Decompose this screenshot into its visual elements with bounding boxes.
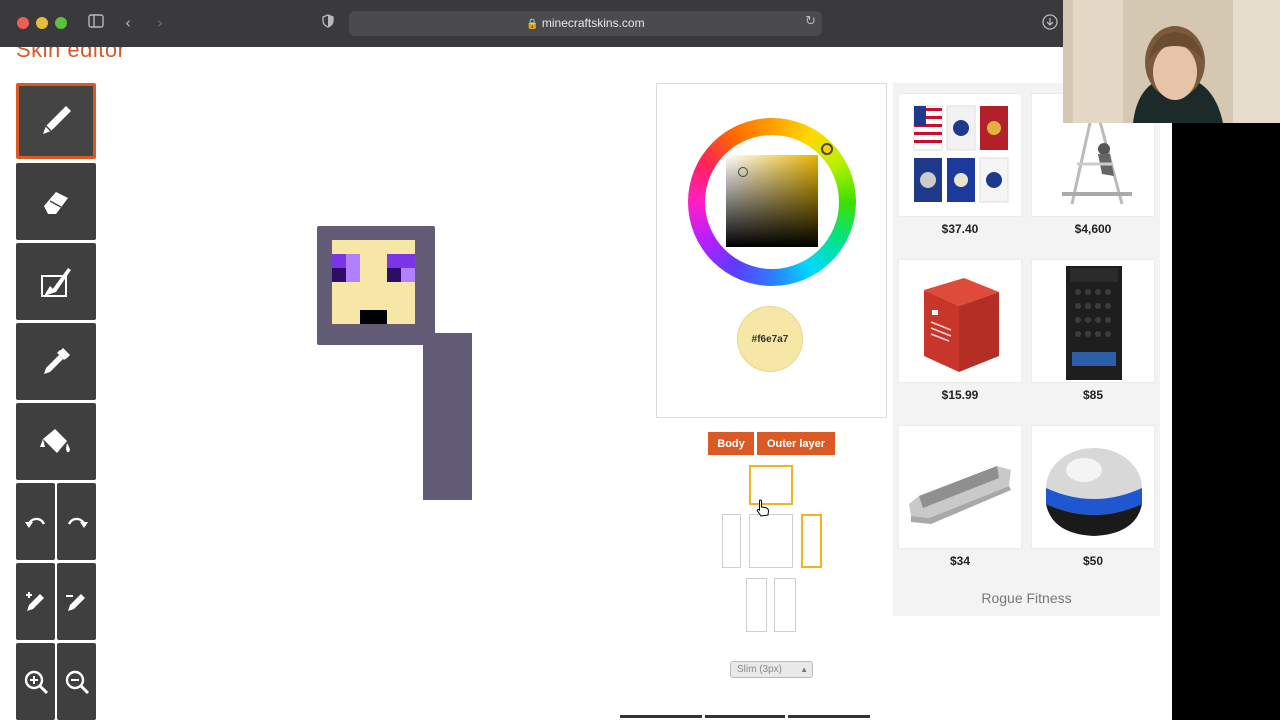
model-type-select[interactable]: Slim (3px) ▲ [730,661,813,678]
browser-toolbar: ‹ › 🔒 minecraftskins.com ↻ [0,0,1172,47]
fill-bucket-tool-button[interactable] [16,403,96,480]
flags-product-image [913,105,1009,203]
scroll-indicator [705,715,785,718]
eyedropper-icon [44,347,70,374]
eraser-icon [44,191,68,214]
color-picker-panel: #f6e7a7 [656,83,887,418]
reload-icon[interactable]: ↻ [805,14,816,29]
webcam-person-image [1063,0,1280,123]
brush-tool-button[interactable] [16,243,96,320]
hand-cursor-icon [756,499,770,517]
eraser-tool-button[interactable] [16,163,96,240]
current-color-swatch[interactable]: #f6e7a7 [737,306,803,372]
undo-button[interactable] [16,483,55,560]
forward-icon[interactable]: › [157,13,163,33]
right-eye [387,254,415,268]
zoom-out-button[interactable] [57,643,96,720]
skin-arm[interactable] [423,333,472,500]
right-leg-part-toggle[interactable] [746,578,767,632]
skin-head[interactable] [317,226,435,345]
massage-ball-image [1046,448,1142,536]
darken-tool-button[interactable] [57,563,96,640]
ad-price[interactable]: $4,600 [1031,222,1155,236]
zoom-window-button[interactable] [55,17,67,29]
mouth [360,310,387,324]
zoom-in-icon [24,670,48,694]
torso-part-toggle[interactable] [749,514,793,568]
page-content: Skin editor #f6e7a7 Body Outer layer Sli… [0,47,1172,720]
left-leg-part-toggle[interactable] [774,578,796,632]
redo-button[interactable] [57,483,96,560]
ad-price[interactable]: $15.99 [898,388,1022,402]
back-icon[interactable]: ‹ [125,13,131,33]
model-type-value: Slim (3px) [737,664,783,675]
red-box-image [924,278,999,372]
skin-preview-canvas[interactable] [100,67,650,707]
outer-layer-button[interactable]: Outer layer [757,432,835,455]
ad-panel: $37.40 $4,600 $15.99 $85 $34 $50 Rogue F… [893,83,1160,616]
ad-price[interactable]: $34 [898,554,1022,568]
url-text: minecraftskins.com [541,16,645,30]
ad-price[interactable]: $85 [1031,388,1155,402]
privacy-shield-icon[interactable] [322,13,334,33]
weight-rack-image [1066,266,1122,380]
close-window-button[interactable] [17,17,29,29]
sidebar-toggle-icon[interactable] [88,13,104,33]
right-eye-light [401,268,415,282]
redo-icon [67,517,88,528]
pencil-tool-button[interactable] [16,83,96,159]
body-layer-button[interactable]: Body [708,432,754,455]
select-arrow-icon: ▲ [800,665,808,674]
ad-item-flags[interactable] [898,93,1022,217]
minimize-window-button[interactable] [36,17,48,29]
hue-wheel[interactable] [688,118,856,286]
lighten-pencil-icon [25,591,44,611]
ad-brand-name[interactable]: Rogue Fitness [893,590,1160,606]
right-eye-shadow [387,268,401,282]
hue-handle[interactable] [821,143,833,155]
zoom-out-icon [65,670,89,694]
webcam-overlay [1063,0,1280,123]
eyedropper-tool-button[interactable] [16,323,96,400]
downloads-icon[interactable] [1042,14,1058,35]
zoom-in-button[interactable] [16,643,55,720]
ad-item-rack[interactable] [1031,259,1155,383]
ad-item-box[interactable] [898,259,1022,383]
lighten-tool-button[interactable] [16,563,55,640]
undo-icon [24,517,45,528]
left-eye-highlight [346,254,360,268]
color-handle[interactable] [738,167,748,177]
ad-price[interactable]: $37.40 [898,222,1022,236]
left-arm-part-toggle[interactable] [801,514,822,568]
lock-icon: 🔒 [526,19,539,30]
left-eye-light [346,268,360,282]
paint-bucket-icon [40,428,70,453]
skin-face[interactable] [332,240,415,324]
metal-stand-image [909,466,1011,524]
right-arm-part-toggle[interactable] [722,514,741,568]
scroll-indicator [788,715,870,718]
ad-price[interactable]: $50 [1031,554,1155,568]
page-title: Skin editor [16,47,126,62]
ad-item-roller[interactable] [1031,425,1155,549]
left-eye-shadow [332,268,346,282]
brush-icon [41,267,71,297]
address-bar[interactable]: 🔒 minecraftskins.com ↻ [349,11,822,36]
darken-pencil-icon [65,593,85,611]
ad-item-stand[interactable] [898,425,1022,549]
pencil-icon [43,106,71,134]
scroll-indicator [620,715,702,718]
